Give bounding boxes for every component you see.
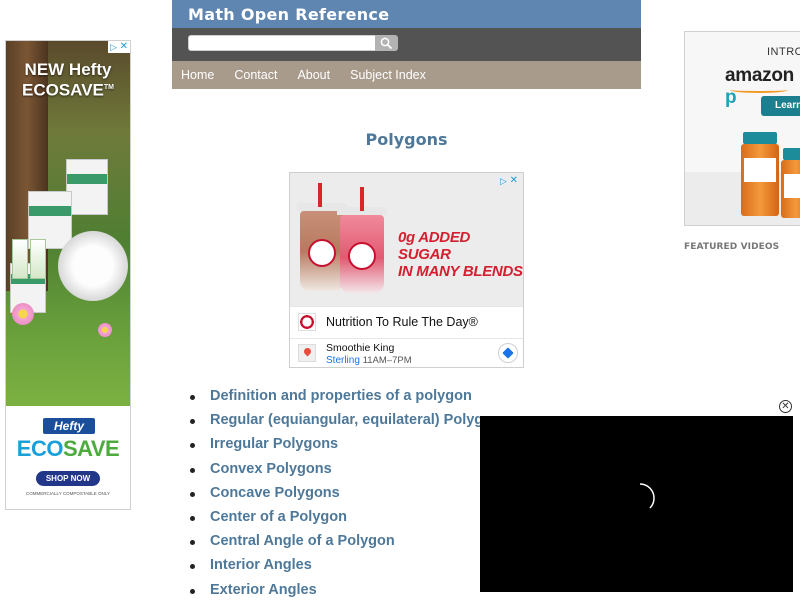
ad-headline-line2: ECOSAVE bbox=[22, 80, 104, 100]
business-location: Sterling 11AM–7PM bbox=[326, 355, 412, 366]
ad-location-row[interactable]: Smoothie King Sterling 11AM–7PM bbox=[290, 338, 523, 367]
list-item: Center of a Polygon bbox=[190, 508, 509, 532]
close-icon[interactable]: ✕ bbox=[510, 175, 518, 186]
ad-choices-icon[interactable]: ▷ bbox=[500, 176, 507, 186]
topic-link[interactable]: Convex Polygons bbox=[210, 461, 332, 477]
ad-choices-icon[interactable]: ▷ bbox=[110, 42, 117, 52]
topic-link[interactable]: Irregular Polygons bbox=[210, 436, 338, 452]
site-title[interactable]: Math Open Reference bbox=[172, 0, 641, 28]
directions-icon[interactable] bbox=[498, 343, 518, 363]
search-input[interactable] bbox=[188, 35, 376, 51]
smoothie-king-logo-icon bbox=[298, 313, 316, 331]
ad-headline-line2: IN MANY BLENDS bbox=[398, 263, 523, 280]
ad-headline: NEW Hefty ECOSAVETM bbox=[6, 61, 130, 100]
pill-bottle bbox=[741, 132, 779, 216]
topic-link[interactable]: Concave Polygons bbox=[210, 485, 340, 501]
nav-about[interactable]: About bbox=[297, 68, 330, 82]
list-item: Regular (equiangular, equilateral) Polyg… bbox=[190, 411, 509, 435]
ecosave-logo: ECOSAVE bbox=[16, 436, 120, 461]
nav-contact[interactable]: Contact bbox=[234, 68, 277, 82]
ad-brand-panel: Hefty ECOSAVE SHOP NOW COMMERCIALLY COMP… bbox=[6, 406, 130, 509]
business-hours: 11AM–7PM bbox=[362, 355, 412, 366]
business-name: Smoothie King bbox=[326, 342, 395, 354]
nav-subject-index[interactable]: Subject Index bbox=[350, 68, 426, 82]
list-item: Convex Polygons bbox=[190, 460, 509, 484]
smoothie-cup bbox=[337, 187, 387, 293]
list-item: Irregular Polygons bbox=[190, 435, 509, 459]
ad-banner: 0g ADDED SUGAR IN MANY BLENDS ▷ ✕ bbox=[290, 173, 523, 306]
search-bar bbox=[172, 28, 641, 61]
hefty-ecosave-ad[interactable]: NEW Hefty ECOSAVETM ▷ ✕ Hefty ECOSAVE SH… bbox=[5, 40, 131, 510]
topic-link[interactable]: Definition and properties of a polygon bbox=[210, 388, 472, 404]
topic-link[interactable]: Center of a Polygon bbox=[210, 509, 347, 525]
flower-character bbox=[12, 303, 34, 325]
page-title: Polygons bbox=[365, 130, 448, 149]
smoothie-king-ad[interactable]: 0g ADDED SUGAR IN MANY BLENDS ▷ ✕ Nutrit… bbox=[289, 172, 524, 368]
fine-print: COMMERCIALLY COMPOSTABLE ONLY bbox=[26, 491, 110, 496]
ad-tagline-row[interactable]: Nutrition To Rule The Day® bbox=[290, 306, 523, 338]
pill-bottle bbox=[781, 148, 800, 218]
map-pin-icon bbox=[298, 344, 316, 362]
product-pack bbox=[66, 159, 108, 215]
topic-link[interactable]: Interior Angles bbox=[210, 557, 312, 573]
featured-videos-label: FEATURED VIDEOS bbox=[684, 242, 780, 252]
trademark: TM bbox=[103, 84, 114, 91]
loading-spinner-icon bbox=[639, 483, 655, 509]
learn-more-button[interactable]: Learn bbox=[761, 96, 800, 116]
topic-link[interactable]: Central Angle of a Polygon bbox=[210, 533, 395, 549]
list-item: Interior Angles bbox=[190, 556, 509, 580]
ad-headline: 0g ADDED SUGAR IN MANY BLENDS bbox=[398, 229, 523, 280]
ad-choices[interactable]: ▷ ✕ bbox=[498, 175, 520, 187]
smoothie-cup bbox=[297, 183, 347, 291]
site-header: Math Open Reference Home Contact About S… bbox=[172, 0, 641, 89]
ad-headline-line1: 0g ADDED SUGAR bbox=[398, 229, 471, 263]
cup-stack bbox=[12, 239, 28, 279]
topic-link[interactable]: Exterior Angles bbox=[210, 582, 317, 598]
list-item: Definition and properties of a polygon bbox=[190, 387, 509, 411]
ad-headline-line1: NEW Hefty bbox=[24, 60, 112, 79]
nav-home[interactable]: Home bbox=[181, 68, 214, 82]
search-icon bbox=[380, 37, 393, 50]
ad-intro-text: INTROD bbox=[767, 46, 800, 58]
topic-list: Definition and properties of a polygon R… bbox=[190, 387, 509, 600]
ad-choices[interactable]: ▷ ✕ bbox=[108, 41, 130, 53]
amazon-pharmacy-ad[interactable]: INTROD amazon p Learn bbox=[684, 31, 800, 226]
shop-now-button[interactable]: SHOP NOW bbox=[36, 471, 100, 486]
hefty-logo: Hefty bbox=[43, 418, 95, 434]
amazon-smile-icon bbox=[730, 87, 788, 93]
close-video-button[interactable]: ✕ bbox=[779, 400, 792, 413]
ad-tagline: Nutrition To Rule The Day® bbox=[326, 315, 478, 329]
cup-stack bbox=[30, 239, 46, 279]
topic-link[interactable]: Regular (equiangular, equilateral) Polyg… bbox=[210, 412, 509, 428]
search-button[interactable] bbox=[375, 35, 398, 51]
paper-plate bbox=[58, 231, 128, 301]
worm-character bbox=[98, 323, 112, 337]
main-nav: Home Contact About Subject Index bbox=[172, 61, 641, 89]
list-item: Concave Polygons bbox=[190, 484, 509, 508]
list-item: Central Angle of a Polygon bbox=[190, 532, 509, 556]
close-icon[interactable]: ✕ bbox=[120, 41, 128, 52]
list-item: Exterior Angles bbox=[190, 581, 509, 600]
